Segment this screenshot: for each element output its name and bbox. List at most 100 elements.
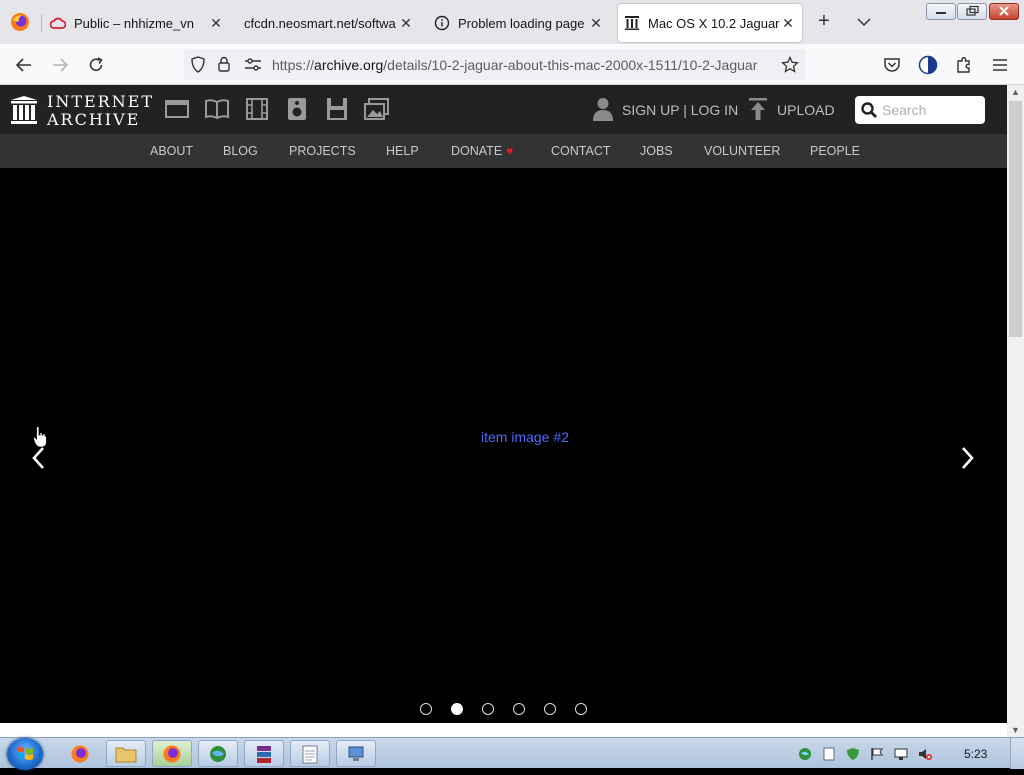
slide-dot-4[interactable] — [513, 703, 525, 715]
nav-blog[interactable]: BLOG — [223, 144, 258, 158]
permissions-icon[interactable] — [244, 57, 262, 72]
nav-donate[interactable]: DONATE ♥ — [451, 144, 513, 158]
url-bar[interactable]: https://archive.org/details/10-2-jaguar-… — [184, 49, 806, 80]
taskbar-explorer[interactable] — [106, 740, 146, 767]
scroll-down-arrow-icon[interactable]: ▼ — [1010, 725, 1021, 735]
firefox-icon — [163, 745, 181, 762]
software-icon[interactable] — [324, 97, 350, 121]
item-image-alt-text[interactable]: item image #2 — [481, 429, 569, 445]
search-input[interactable] — [882, 100, 980, 120]
close-tab-icon[interactable]: ✕ — [780, 15, 796, 31]
browser-tab-bar: Public – nhhizme_vn ✕ cfcdn.neosmart.net… — [0, 0, 1024, 44]
texts-icon[interactable] — [204, 97, 230, 121]
next-slide-arrow-icon[interactable] — [957, 443, 979, 473]
signup-login-link[interactable]: SIGN UP | LOG IN — [622, 102, 738, 118]
nav-people[interactable]: PEOPLE — [810, 144, 860, 158]
back-button[interactable] — [12, 53, 36, 77]
taskbar-network-app[interactable] — [198, 740, 238, 767]
video-icon[interactable] — [244, 97, 270, 121]
scroll-up-arrow-icon[interactable]: ▲ — [1010, 87, 1021, 97]
vertical-scrollbar[interactable]: ▲ ▼ — [1007, 85, 1024, 737]
close-window-button[interactable] — [989, 3, 1019, 20]
windows-logo-icon — [17, 746, 33, 760]
volume-muted-tray-icon[interactable] — [918, 747, 932, 761]
taskbar-notepad[interactable] — [290, 740, 330, 767]
nav-help[interactable]: HELP — [386, 144, 419, 158]
display-tray-icon[interactable] — [894, 747, 908, 761]
security-tray-icon[interactable] — [846, 747, 860, 761]
tab-public-nhhizme[interactable]: Public – nhhizme_vn ✕ — [50, 4, 230, 42]
archive-logo-line2[interactable]: ARCHIVE — [47, 110, 140, 129]
menu-button[interactable] — [988, 53, 1012, 77]
archive-logo-line1[interactable]: INTERNET — [47, 92, 154, 111]
user-icon[interactable] — [592, 97, 614, 121]
taskbar-remote-desktop[interactable] — [336, 740, 376, 767]
extensions-button[interactable] — [952, 53, 976, 77]
taskbar-firefox-pinned[interactable] — [60, 740, 100, 767]
audio-icon[interactable] — [284, 97, 310, 121]
minimize-button[interactable] — [926, 3, 956, 20]
taskbar-clock[interactable]: 5:23 — [964, 747, 987, 761]
slide-dot-3[interactable] — [482, 703, 494, 715]
slide-dot-5[interactable] — [544, 703, 556, 715]
contrast-icon — [918, 55, 938, 75]
bookmark-star-icon[interactable] — [781, 56, 799, 74]
taskbar-firefox-active[interactable] — [152, 740, 192, 767]
images-icon[interactable] — [364, 97, 390, 121]
forward-button[interactable] — [48, 53, 72, 77]
nav-jobs[interactable]: JOBS — [640, 144, 673, 158]
tab-title: cfcdn.neosmart.net/software — [244, 15, 396, 31]
show-desktop-button[interactable] — [1010, 738, 1024, 769]
slide-indicators — [420, 703, 606, 715]
reload-icon — [89, 57, 103, 71]
archive-icon — [624, 15, 640, 31]
pocket-icon — [884, 57, 900, 72]
url-host: archive.org — [314, 57, 384, 73]
slide-dot-1[interactable] — [420, 703, 432, 715]
flag-tray-icon[interactable] — [870, 747, 884, 761]
extension-dark-reader-button[interactable] — [916, 53, 940, 77]
start-button[interactable] — [7, 738, 43, 770]
arrow-right-icon — [53, 58, 69, 72]
nav-volunteer[interactable]: VOLUNTEER — [704, 144, 780, 158]
web-icon[interactable] — [164, 97, 190, 121]
search-box[interactable] — [855, 96, 985, 124]
tab-problem-loading[interactable]: Problem loading page ✕ — [434, 4, 610, 42]
firefox-icon[interactable] — [10, 12, 30, 32]
close-tab-icon[interactable]: ✕ — [398, 15, 414, 31]
nav-about[interactable]: ABOUT — [150, 144, 193, 158]
tab-divider — [41, 14, 42, 32]
tab-title: Mac OS X 10.2 Jaguar (Q — [648, 15, 780, 31]
close-tab-icon[interactable]: ✕ — [208, 15, 224, 31]
tab-title: Public – nhhizme_vn — [74, 15, 194, 31]
info-icon — [434, 15, 450, 31]
chevron-down-icon[interactable] — [856, 12, 872, 32]
close-tab-icon[interactable]: ✕ — [588, 15, 604, 31]
lock-icon[interactable] — [217, 56, 233, 73]
new-tab-icon[interactable]: + — [814, 11, 834, 32]
scrollbar-thumb[interactable] — [1009, 101, 1022, 337]
restore-button[interactable] — [957, 3, 987, 20]
slide-dot-2[interactable] — [451, 703, 463, 715]
network-tray-icon[interactable] — [798, 747, 812, 761]
search-icon[interactable] — [861, 102, 877, 118]
url-scheme: https:// — [272, 57, 315, 73]
document-tray-icon[interactable] — [822, 747, 836, 761]
archive-books-icon — [257, 745, 271, 763]
slide-dot-6[interactable] — [575, 703, 587, 715]
url-text[interactable]: https://archive.org/details/10-2-jaguar-… — [272, 57, 770, 73]
url-path: /details/10-2-jaguar-about-this-mac-2000… — [383, 57, 758, 73]
upload-link[interactable]: UPLOAD — [777, 102, 835, 118]
nav-contact[interactable]: CONTACT — [551, 144, 611, 158]
shield-icon[interactable] — [190, 56, 206, 73]
nav-projects[interactable]: PROJECTS — [289, 144, 356, 158]
archive-logo-icon[interactable] — [10, 95, 38, 125]
tab-neosmart[interactable]: cfcdn.neosmart.net/software ✕ — [244, 4, 420, 42]
tab-mac-os-jaguar[interactable]: Mac OS X 10.2 Jaguar (Q ✕ — [618, 4, 802, 42]
upload-icon[interactable] — [748, 97, 768, 121]
firefox-icon — [71, 745, 89, 762]
reload-button[interactable] — [84, 53, 108, 77]
taskbar-winrar[interactable] — [244, 740, 284, 767]
pocket-button[interactable] — [880, 53, 904, 77]
tab-title: Problem loading page — [458, 15, 585, 31]
